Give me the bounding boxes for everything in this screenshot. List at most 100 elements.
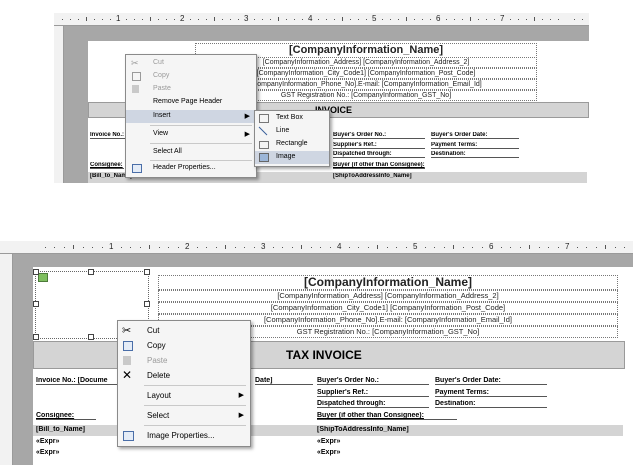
menu-item-select-all[interactable]: Select All bbox=[126, 146, 256, 159]
menu-item-copy[interactable]: Copy bbox=[118, 338, 250, 353]
menu-item-insert[interactable]: Insert ▶ bbox=[126, 110, 256, 123]
tax-invoice-title: TAX INVOICE bbox=[286, 348, 362, 362]
consignee-label[interactable]: Consignee: bbox=[36, 412, 96, 420]
invoice-no-label[interactable]: Invoice No.: bbox=[90, 132, 128, 139]
payment-terms-label[interactable]: Payment Terms: bbox=[431, 142, 519, 149]
layout-label: Layout bbox=[147, 391, 172, 400]
menu-item-layout[interactable]: Layout ▶ bbox=[118, 388, 250, 403]
ruler-tick bbox=[548, 247, 549, 248]
ruler-tick bbox=[294, 19, 295, 20]
invoice-no-label[interactable]: Invoice No.: [Docume bbox=[36, 377, 120, 385]
expr-field[interactable]: «Expr» bbox=[317, 438, 357, 445]
ruler-tick bbox=[234, 247, 236, 248]
buyers-order-no-label[interactable]: Buyer's Order No.: bbox=[317, 377, 429, 385]
menu-item-image-properties[interactable]: Image Properties... bbox=[118, 428, 250, 443]
ruler-number: 1 bbox=[109, 242, 114, 251]
ruler-number: 2 bbox=[180, 14, 185, 23]
ruler-tick bbox=[70, 19, 71, 20]
menu-item-view[interactable]: View ▶ bbox=[126, 128, 256, 141]
ruler-tick bbox=[222, 19, 223, 20]
resize-handle[interactable] bbox=[33, 269, 39, 275]
horizontal-ruler: 1 2 3 4 5 6 7 bbox=[0, 241, 633, 254]
ruler-tick bbox=[576, 247, 578, 248]
resize-handle[interactable] bbox=[33, 334, 39, 340]
ruler-tick bbox=[350, 19, 351, 20]
menu-item-text-box[interactable]: Text Box bbox=[255, 112, 329, 125]
expr-field[interactable]: «Expr» bbox=[36, 438, 76, 445]
menu-item-delete[interactable]: ✕ Delete bbox=[118, 368, 250, 383]
ship-to-field[interactable]: [ShipToAddressInfo_Name] bbox=[317, 426, 457, 433]
menu-item-paste[interactable]: Paste bbox=[126, 83, 256, 96]
menu-item-header-properties[interactable]: Header Properties... bbox=[126, 162, 256, 175]
ruler-tick bbox=[291, 247, 293, 248]
buyers-order-date-label[interactable]: Buyer's Order Date: bbox=[435, 377, 547, 385]
city-field[interactable]: [CompanyInformation_City_Code1] [Company… bbox=[158, 302, 618, 314]
ruler-tick bbox=[582, 19, 583, 20]
resize-handle[interactable] bbox=[88, 334, 94, 340]
menu-item-line[interactable]: Line bbox=[255, 125, 329, 138]
destination-label[interactable]: Destination: bbox=[431, 151, 519, 158]
dispatched-through-label[interactable]: Dispatched through: bbox=[317, 400, 429, 408]
buyer-label[interactable]: Buyer (if other than Consignee): bbox=[317, 412, 457, 420]
payment-terms-label[interactable]: Payment Terms: bbox=[435, 389, 547, 397]
image-placeholder-icon bbox=[38, 273, 48, 282]
image-icon bbox=[259, 153, 269, 162]
ruler-tick bbox=[254, 19, 255, 20]
consignee-label[interactable]: Consignee: bbox=[90, 162, 124, 169]
dispatched-through-label[interactable]: Dispatched through: bbox=[333, 151, 425, 158]
ruler-tick bbox=[472, 247, 473, 248]
menu-item-rectangle[interactable]: Rectangle bbox=[255, 138, 329, 151]
menu-item-copy[interactable]: Copy bbox=[126, 70, 256, 83]
remove-page-header-label: Remove Page Header bbox=[153, 98, 223, 105]
header-context-menu: ✂ Cut Copy Paste Remove Page Header Inse… bbox=[125, 54, 257, 178]
ruler-tick bbox=[166, 19, 167, 20]
ruler-tick bbox=[168, 247, 169, 248]
menu-item-cut[interactable]: ✂ Cut bbox=[118, 323, 250, 338]
menu-item-image[interactable]: Image bbox=[255, 151, 329, 164]
company-name-field[interactable]: [CompanyInformation_Name] bbox=[158, 275, 618, 290]
bill-to-field[interactable]: [Bill_to_Name] bbox=[36, 426, 116, 433]
ruler-number: 2 bbox=[185, 242, 190, 251]
image-label: Image bbox=[276, 153, 296, 160]
buyer-label[interactable]: Buyer (if other than Consignee): bbox=[333, 162, 425, 169]
ruler-tick bbox=[282, 247, 283, 248]
text-box-label: Text Box bbox=[276, 114, 303, 121]
destination-label[interactable]: Destination: bbox=[435, 400, 547, 408]
suppliers-ref-label[interactable]: Supplier's Ref.: bbox=[317, 389, 429, 397]
vertical-ruler bbox=[54, 26, 64, 183]
submenu-arrow-icon: ▶ bbox=[244, 113, 250, 120]
ruler-tick bbox=[86, 17, 87, 21]
ruler-tick bbox=[422, 19, 423, 20]
date-label[interactable]: Date] bbox=[255, 377, 313, 385]
resize-handle[interactable] bbox=[144, 269, 150, 275]
ruler-tick bbox=[382, 19, 383, 20]
suppliers-ref-label[interactable]: Supplier's Ref.: bbox=[333, 142, 425, 149]
resize-handle[interactable] bbox=[144, 301, 150, 307]
insert-label: Insert bbox=[153, 112, 171, 119]
vertical-ruler bbox=[0, 254, 13, 465]
menu-item-select[interactable]: Select ▶ bbox=[118, 408, 250, 423]
rectangle-icon bbox=[259, 141, 269, 149]
expr-field[interactable]: «Expr» bbox=[317, 449, 357, 456]
ruler-tick bbox=[542, 19, 543, 20]
buyers-order-no-label[interactable]: Buyer's Order No.: bbox=[333, 132, 425, 139]
ruler-tick bbox=[134, 19, 135, 20]
menu-separator bbox=[150, 160, 252, 161]
address-field[interactable]: [CompanyInformation_Address] [CompanyInf… bbox=[158, 290, 618, 302]
ship-to-field[interactable]: [ShipToAddressInfo_Name] bbox=[333, 173, 453, 179]
ruler-tick bbox=[486, 19, 487, 20]
ruler-tick bbox=[101, 247, 103, 248]
buyers-order-date-label[interactable]: Buyer's Order Date: bbox=[431, 132, 519, 139]
resize-handle[interactable] bbox=[88, 269, 94, 275]
expr-field[interactable]: «Expr» bbox=[36, 449, 76, 456]
ruler-tick bbox=[318, 19, 319, 20]
menu-item-cut[interactable]: ✂ Cut bbox=[126, 57, 256, 70]
copy-icon bbox=[132, 72, 141, 81]
menu-item-paste[interactable]: Paste bbox=[118, 353, 250, 368]
resize-handle[interactable] bbox=[33, 301, 39, 307]
ruler-tick bbox=[605, 245, 606, 249]
ruler-tick bbox=[529, 245, 530, 249]
menu-item-remove-page-header[interactable]: Remove Page Header bbox=[126, 96, 256, 109]
ruler-tick bbox=[434, 247, 435, 248]
ruler-tick bbox=[334, 19, 335, 20]
